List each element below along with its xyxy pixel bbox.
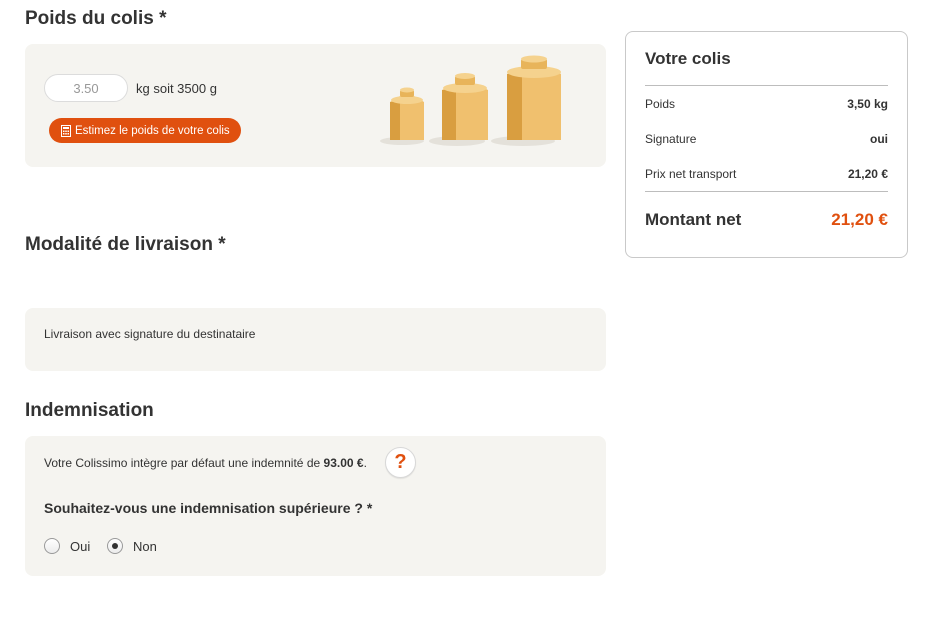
delivery-option-text: Livraison avec signature du destinataire [44, 327, 256, 341]
weights-illustration [380, 55, 561, 146]
summary-row-label: Poids [645, 97, 676, 111]
summary-row-poids: Poids 3,50 kg [645, 97, 888, 111]
summary-card: Votre colis Poids 3,50 kg Signature oui … [625, 31, 908, 258]
summary-total-value: 21,20 € [831, 210, 888, 229]
weight-section-title: Poids du colis * [25, 8, 167, 29]
summary-row-value: 21,20 € [847, 167, 888, 181]
summary-divider [645, 191, 888, 192]
indemnity-info-suffix: . [363, 456, 367, 470]
calculator-icon [61, 124, 71, 137]
summary-total: Montant net 21,20 € [645, 210, 888, 230]
indemnity-info-prefix: Votre Colissimo intègre par défaut une i… [44, 456, 321, 470]
radio-oui-label[interactable]: Oui [70, 539, 90, 554]
summary-row-label: Prix net transport [645, 167, 737, 181]
summary-row-value: oui [870, 132, 888, 146]
indemnity-panel: Votre Colissimo intègre par défaut une i… [25, 436, 606, 576]
summary-title: Votre colis [645, 49, 731, 68]
summary-row-label: Signature [645, 132, 697, 146]
radio-oui[interactable] [44, 538, 60, 554]
small-weight-icon [390, 87, 424, 140]
medium-weight-icon [442, 73, 488, 140]
summary-row-value: 3,50 kg [847, 97, 888, 111]
delivery-panel: Livraison avec signature du destinataire [25, 308, 606, 371]
summary-row-transport: Prix net transport 21,20 € [645, 167, 888, 181]
indemnity-info-text: Votre Colissimo intègre par défaut une i… [44, 456, 367, 470]
summary-total-label: Montant net [645, 210, 742, 229]
indemnity-section-title: Indemnisation [25, 400, 154, 421]
summary-row-signature: Signature oui [645, 132, 888, 146]
summary-divider [645, 85, 888, 86]
estimate-weight-button[interactable]: Estimez le poids de votre colis [49, 118, 241, 143]
indemnity-amount: 93.00 € [323, 456, 364, 470]
estimate-weight-label: Estimez le poids de votre colis [75, 124, 230, 137]
radio-option-oui[interactable]: Oui [44, 538, 90, 554]
help-icon[interactable]: ? [385, 447, 416, 478]
weight-conversion-text: kg soit 3500 g [136, 81, 217, 96]
weight-panel: kg soit 3500 g Estimez le poids de votre… [25, 44, 606, 167]
weight-input[interactable] [44, 74, 128, 102]
delivery-section-title: Modalité de livraison * [25, 234, 226, 255]
radio-option-non[interactable]: Non [107, 538, 157, 554]
indemnity-question: Souhaitez-vous une indemnisation supérie… [44, 500, 373, 516]
large-weight-icon [507, 55, 561, 140]
radio-non-label[interactable]: Non [133, 539, 157, 554]
radio-non[interactable] [107, 538, 123, 554]
